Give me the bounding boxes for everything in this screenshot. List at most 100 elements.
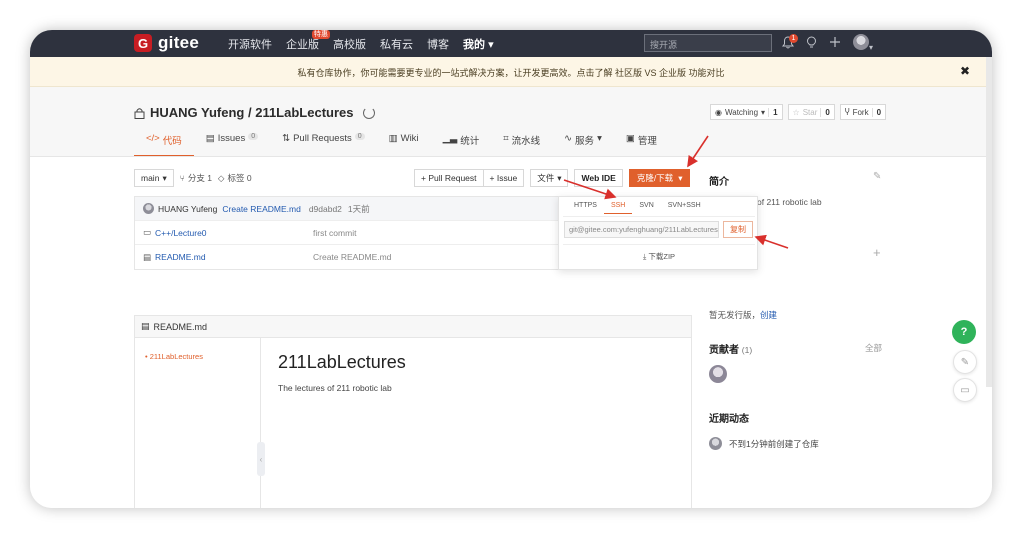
download-zip-label: 下载ZIP (648, 252, 676, 261)
wiki-icon: ▥ (388, 133, 398, 144)
fork-label: Fork (852, 107, 869, 117)
plus-icon[interactable]: + (873, 245, 881, 260)
tab-pipeline[interactable]: ⌗ 流水线 (491, 133, 552, 157)
intro-title: 简介 (709, 177, 729, 188)
commit-message[interactable]: Create README.md (222, 204, 300, 214)
chevron-down-icon: ▾ (162, 172, 167, 183)
close-icon[interactable]: ✖ (960, 64, 970, 78)
tags-label: 标签 0 (227, 173, 252, 183)
plus-icon[interactable] (829, 36, 841, 51)
branch-select[interactable]: main ▾ (134, 169, 174, 187)
branches-link[interactable]: ⑂ 分支 1 (180, 172, 212, 184)
tab-ssh[interactable]: SSH (603, 202, 633, 214)
fork-icon: Ⴤ (844, 107, 850, 117)
edit-icon[interactable]: ✎ (873, 171, 881, 182)
commit-author[interactable]: HUANG Yufeng (158, 204, 217, 214)
star-button[interactable]: ☆ Star 0 (787, 104, 835, 120)
notification-bell-icon[interactable]: 1 (782, 33, 798, 52)
scrollbar[interactable] (986, 57, 992, 387)
browser-frame: G gitee 开源软件 企业版 特惠 高校版 私有云 博客 我的 ▾ 搜开源 1… (30, 30, 992, 508)
loading-spinner-icon (362, 106, 375, 119)
contributors-title: 贡献者 (1) (709, 341, 752, 356)
file-icon: ▤ (143, 251, 152, 262)
search-input[interactable]: 搜开源 (644, 34, 772, 52)
nav-item-enterprise[interactable]: 企业版 特惠 (286, 30, 330, 52)
clone-url-field[interactable]: git@gitee.com:yufenghuang/211LabLectures… (564, 221, 719, 238)
web-ide-button[interactable]: Web IDE (574, 169, 623, 187)
tab-manage[interactable]: ▣ 管理 (614, 133, 669, 157)
activity-text: 不到1分钟前创建了仓库 (729, 439, 819, 449)
readme-header: ▤ README.md (135, 316, 691, 338)
avatar[interactable] (709, 365, 727, 383)
create-release-link[interactable]: 创建 (760, 310, 777, 320)
star-label: Star (802, 107, 818, 117)
gitee-logo-icon: G (134, 34, 152, 52)
clone-popup: HTTPS SSH SVN SVN+SSH git@gitee.com:yufe… (558, 196, 758, 270)
download-zip-link[interactable]: ⤓ 下载ZIP (559, 251, 759, 262)
nav-item-blog[interactable]: 博客 (427, 36, 449, 52)
watching-count: 1 (768, 107, 778, 117)
commit-sha[interactable]: d9dabd2 (309, 204, 342, 214)
tab-stats[interactable]: ▁▃ 统计 (431, 133, 492, 157)
tab-wiki[interactable]: ▥ Wiki (377, 133, 431, 157)
repo-name[interactable]: HUANG Yufeng / 211LabLectures (150, 105, 354, 120)
tab-svn-ssh[interactable]: SVN+SSH (661, 202, 708, 214)
clone-download-button[interactable]: 克隆/下载 ▾ (628, 169, 691, 187)
tab-svn[interactable]: SVN (632, 202, 660, 214)
tab-https[interactable]: HTTPS (567, 202, 604, 214)
nav-item-private-cloud[interactable]: 私有云 (380, 36, 413, 52)
avatar[interactable] (143, 203, 154, 214)
contributors-all-link[interactable]: 全部 (865, 342, 882, 354)
file-menu-button[interactable]: 文件 ▾ (530, 169, 569, 187)
chat-icon: ▭ (960, 384, 970, 396)
tab-issues[interactable]: ▤ Issues 0 (194, 133, 270, 157)
create-group: + Pull Request + Issue (414, 169, 525, 187)
eye-icon: ◉ (715, 107, 722, 117)
branch-toolbar: main ▾ ⑂ 分支 1 ◇ 标签 0 (134, 169, 252, 187)
file-name[interactable]: ▭ C++/Lecture0 (143, 227, 313, 238)
tags-link[interactable]: ◇ 标签 0 (218, 172, 252, 184)
toc-item[interactable]: • 211LabLectures (145, 352, 203, 361)
user-avatar (853, 34, 869, 50)
chevron-down-icon: ▾ (488, 39, 494, 51)
tab-code[interactable]: </> 代码 (134, 133, 194, 157)
avatar[interactable] (709, 437, 722, 450)
watching-button[interactable]: ◉ Watching ▾ 1 (710, 104, 783, 120)
notice-text[interactable]: 私有仓库协作，你可能需要更专业的一站式解决方案，让开发更高效。点击了解 社区版 … (30, 66, 992, 79)
release-text: 暂无发行版， (709, 310, 761, 320)
watching-label: Watching (724, 107, 759, 117)
user-avatar-menu[interactable]: ▾ (853, 34, 873, 53)
nav-item-mine[interactable]: 我的 ▾ (463, 36, 494, 52)
download-icon: ⤓ (642, 252, 647, 261)
nav-item-open-source[interactable]: 开源软件 (228, 36, 272, 52)
hot-badge: 特惠 (312, 30, 330, 39)
chat-button[interactable]: ▭ (953, 378, 977, 402)
protocol-tabs: HTTPS SSH SVN SVN+SSH (567, 202, 708, 214)
file-icon: ▤ (141, 321, 150, 331)
tab-service[interactable]: ∿ 服务 ▾ (552, 133, 614, 157)
activity-title: 近期动态 (709, 414, 749, 425)
feedback-edit-button[interactable]: ✎ (953, 350, 977, 374)
copy-button[interactable]: 复制 (723, 221, 753, 238)
file-commit-message[interactable]: Create README.md (313, 252, 391, 262)
chevron-down-icon: ▾ (678, 172, 683, 183)
contributors-count: (1) (741, 345, 753, 355)
nav-menu: 开源软件 企业版 特惠 高校版 私有云 博客 我的 ▾ (228, 30, 494, 52)
nav-item-education[interactable]: 高校版 (333, 36, 366, 52)
tab-pull-requests[interactable]: ⇅ Pull Requests 0 (270, 133, 377, 157)
file-commit-message[interactable]: first commit (313, 228, 356, 238)
file-name-label: C++/Lecture0 (155, 227, 207, 238)
lightbulb-icon[interactable] (806, 36, 817, 52)
help-button[interactable]: ? (952, 320, 976, 344)
new-issue-button[interactable]: + Issue (483, 169, 525, 187)
tag-icon: ◇ (217, 172, 225, 183)
gitee-logo[interactable]: G gitee (134, 33, 199, 53)
folder-icon: ▭ (143, 227, 152, 237)
tab-count: 0 (248, 133, 259, 140)
file-name[interactable]: ▤ README.md (143, 252, 313, 263)
tab-label: 流水线 (511, 136, 541, 147)
toc-collapse-handle[interactable]: ‹ (257, 442, 265, 476)
fork-button[interactable]: Ⴤ Fork 0 (839, 104, 887, 120)
service-icon: ∿ (564, 133, 573, 144)
new-pull-request-button[interactable]: + Pull Request (414, 169, 484, 187)
